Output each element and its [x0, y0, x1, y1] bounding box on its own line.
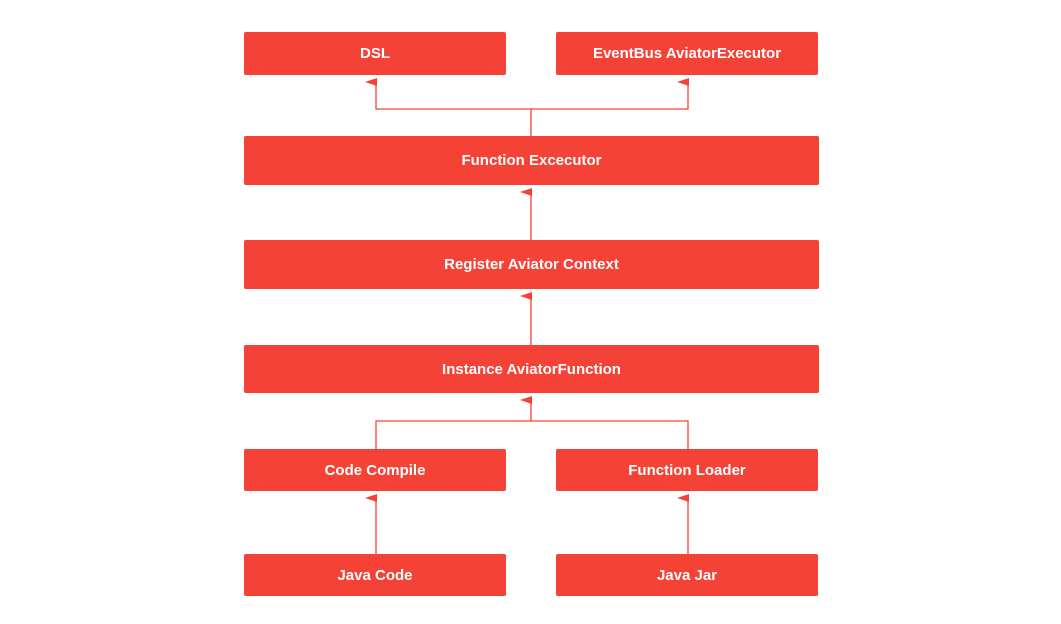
node-label: Function Loader	[628, 461, 746, 479]
node-label: Instance AviatorFunction	[442, 360, 621, 378]
node-java-jar: Java Jar	[556, 554, 818, 596]
edge-executor-to-eventbus	[531, 78, 689, 110]
edges-layer	[365, 78, 689, 554]
edge-compile-to-instance	[375, 396, 532, 449]
node-label: Java Jar	[656, 566, 718, 584]
node-label: EventBus AviatorExecutor	[592, 45, 782, 62]
node-label: Java Code	[337, 566, 413, 584]
node-label: Code Compile	[324, 461, 426, 479]
node-instance-aviator-function: Instance AviatorFunction	[244, 345, 819, 393]
node-function-loader: Function Loader	[556, 449, 818, 491]
node-eventbus-aviator-executor: EventBus AviatorExecutor	[556, 32, 818, 75]
node-code-compile: Code Compile	[244, 449, 506, 491]
node-function-executor: Function Excecutor	[244, 136, 819, 185]
node-label: DSL	[360, 45, 390, 62]
node-label: Function Excecutor	[461, 152, 602, 169]
edge-executor-to-dsl	[365, 78, 532, 136]
node-dsl: DSL	[244, 32, 506, 75]
edge-loader-to-instance	[531, 420, 689, 449]
node-register-aviator-context: Register Aviator Context	[244, 240, 819, 289]
node-label: Register Aviator Context	[444, 256, 619, 273]
node-java-code: Java Code	[244, 554, 506, 596]
